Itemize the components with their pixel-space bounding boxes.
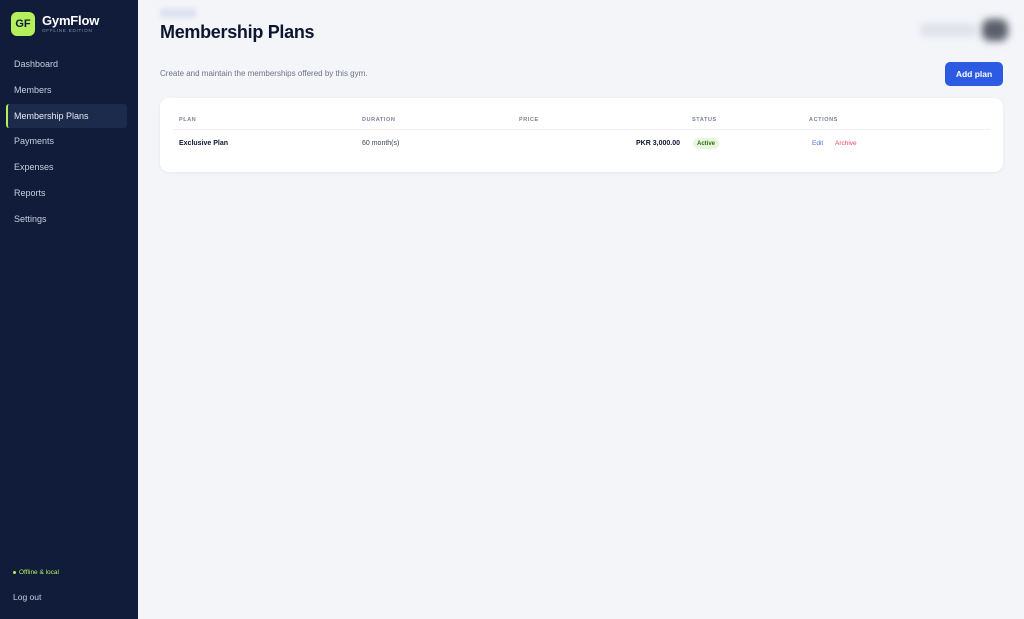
sidebar-nav: Dashboard Members Membership Plans Payme…	[6, 52, 127, 233]
plans-table: PLAN DURATION PRICE STATUS ACTIONS Exclu…	[160, 98, 1003, 172]
edit-plan-link[interactable]: Edit	[812, 140, 823, 147]
page-title: Membership Plans	[160, 22, 315, 42]
logo-badge: GF	[11, 12, 35, 36]
header-divider	[173, 129, 990, 130]
plan-name-cell: Exclusive Plan	[179, 140, 229, 147]
brand[interactable]: GF GymFlow OFFLINE EDITION	[11, 12, 99, 36]
breadcrumb-redacted	[160, 8, 196, 18]
status-badge: Active	[693, 138, 720, 149]
price-cell: PKR 3,000.00	[636, 140, 680, 147]
sidebar-item-reports[interactable]: Reports	[6, 181, 127, 205]
column-header-status: STATUS	[692, 117, 717, 123]
duration-cell: 60 month(s)	[362, 140, 400, 147]
sidebar-item-payments[interactable]: Payments	[6, 129, 127, 153]
add-plan-button[interactable]: Add plan	[945, 62, 1003, 86]
logout-button[interactable]: Log out	[13, 592, 41, 602]
sidebar: GF GymFlow OFFLINE EDITION Dashboard Mem…	[0, 0, 138, 619]
sidebar-item-settings[interactable]: Settings	[6, 207, 127, 231]
user-menu[interactable]	[920, 18, 1010, 42]
column-header-actions: ACTIONS	[809, 117, 838, 123]
offline-status-label: Offline & local	[19, 569, 59, 576]
page-subtitle: Create and maintain the memberships offe…	[160, 69, 368, 78]
user-name-redacted	[920, 23, 976, 37]
archive-plan-link[interactable]: Archive	[835, 140, 857, 147]
column-header-price: PRICE	[519, 117, 539, 123]
app-name: GymFlow	[42, 13, 100, 28]
column-header-duration: DURATION	[362, 117, 396, 123]
status-dot-icon	[13, 571, 16, 574]
column-header-plan: PLAN	[179, 117, 197, 123]
sidebar-item-dashboard[interactable]: Dashboard	[6, 52, 127, 76]
app-edition: OFFLINE EDITION	[42, 28, 93, 33]
sidebar-item-membership-plans[interactable]: Membership Plans	[6, 103, 127, 128]
avatar	[982, 19, 1008, 41]
sidebar-item-members[interactable]: Members	[6, 78, 127, 102]
offline-status: Offline & local	[13, 569, 59, 576]
sidebar-item-expenses[interactable]: Expenses	[6, 155, 127, 179]
brand-text: GymFlow OFFLINE EDITION	[42, 14, 99, 34]
